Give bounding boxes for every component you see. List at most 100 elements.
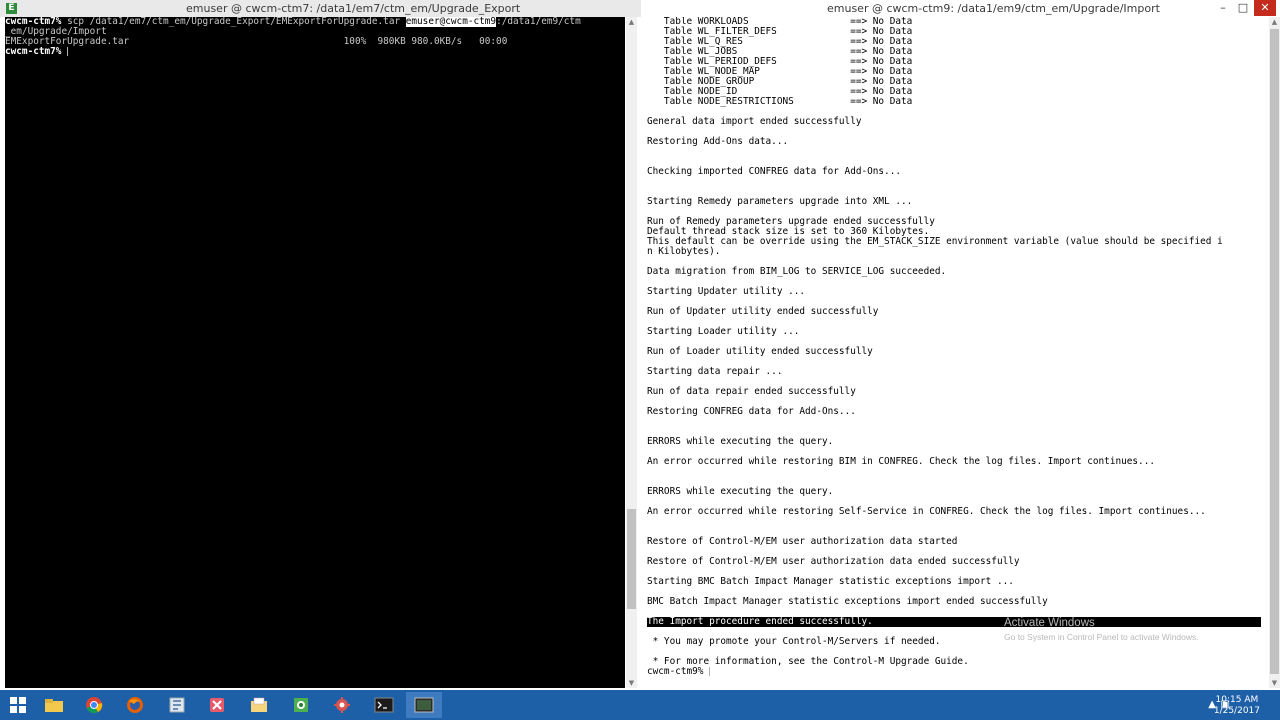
gear-icon <box>334 697 350 713</box>
right-window-titlebar[interactable]: emuser @ cwcm-ctm9: /data1/em9/ctm_em/Up… <box>641 0 1280 17</box>
terminal-text: cwcm-ctm9% <box>647 666 710 677</box>
terminal-text: Starting Updater utility ... <box>647 286 806 297</box>
chrome-button[interactable] <box>76 692 112 718</box>
terminal-text: General data import ended successfully <box>647 116 862 127</box>
tools-icon <box>210 698 224 712</box>
terminal-emulator-button[interactable] <box>406 692 442 718</box>
folder-icon <box>45 699 63 712</box>
shell-folder-button[interactable] <box>241 692 277 718</box>
activate-windows-watermark: Activate Windows Go to System in Control… <box>1004 617 1199 642</box>
scroll-up-arrow-icon[interactable]: ▲ <box>626 17 637 27</box>
terminal-text: Table NODE_RESTRICTIONS ==> No Data <box>647 96 913 107</box>
terminal-line: Table NODE_RESTRICTIONS ==> No Data <box>647 97 1269 107</box>
start-button[interactable] <box>0 692 36 718</box>
terminal-text: Starting Loader utility ... <box>647 326 800 337</box>
file-explorer-button[interactable] <box>36 692 72 718</box>
terminal-text: BMC Batch Impact Manager statistic excep… <box>647 596 1048 607</box>
terminal-text: Restore of Control-M/EM user authorizati… <box>647 556 1020 567</box>
terminal-line: Restore of Control-M/EM user authorizati… <box>647 557 1269 567</box>
terminal-text: Run of Updater utility ended successfull… <box>647 306 879 317</box>
terminal-line: Starting Updater utility ... <box>647 287 1269 297</box>
right-terminal-output[interactable]: Table WORKLOADS ==> No Data Table WL_FIL… <box>647 17 1269 688</box>
left-window-titlebar[interactable]: E emuser @ cwcm-ctm7: /data1/em7/ctm_em/… <box>0 0 641 17</box>
terminal-line: * For more information, see the Control-… <box>647 657 1269 667</box>
right-terminal-window[interactable]: emuser @ cwcm-ctm9: /data1/em9/ctm_em/Up… <box>641 0 1280 690</box>
terminal-text: EMExportForUpgrade.tar 100% 980KB 980.0K… <box>5 36 508 47</box>
terminal-line: Starting BMC Batch Impact Manager statis… <box>647 577 1269 587</box>
left-terminal-window[interactable]: E emuser @ cwcm-ctm7: /data1/em7/ctm_em/… <box>0 0 641 690</box>
tray-clock[interactable]: 10:15 AM 1/25/2017 <box>1214 695 1260 725</box>
terminal-line: cwcm-ctm7% <box>5 47 625 57</box>
text-cursor <box>67 47 69 56</box>
terminal-line: This default can be override using the E… <box>647 237 1269 247</box>
network-icon <box>294 698 308 712</box>
shell-prompt: cwcm-ctm7% <box>5 46 68 57</box>
terminal-text: Restoring CONFREG data for Add-Ons... <box>647 406 856 417</box>
terminal-app-icon[interactable]: E <box>6 3 17 14</box>
terminal-line: General data import ended successfully <box>647 117 1269 127</box>
terminal-icon <box>374 697 394 713</box>
terminal-line: n Kilobytes). <box>647 247 1269 257</box>
left-scrollbar[interactable]: ▲ ▼ <box>626 17 637 688</box>
blueprint-icon <box>169 697 185 713</box>
powershell-button[interactable] <box>366 692 402 718</box>
terminal-line: Data migration from BIM_LOG to SERVICE_L… <box>647 267 1269 277</box>
tray-time: 10:15 AM <box>1215 695 1259 705</box>
terminal-text: Checking imported CONFREG data for Add-O… <box>647 166 901 177</box>
taskbar: ▲ ▣ 10:15 AM 1/25/2017 <box>0 690 1280 720</box>
close-button[interactable]: ✕ <box>1254 0 1276 16</box>
maximize-button[interactable]: □ <box>1234 0 1252 16</box>
scroll-thumb[interactable] <box>1270 29 1279 674</box>
terminal-text: An error occurred while restoring Self-S… <box>647 506 1206 517</box>
left-terminal-output[interactable]: cwcm-ctm7% scp /data1/em7/ctm_em/Upgrade… <box>5 17 625 688</box>
terminal-line: Restoring CONFREG data for Add-Ons... <box>647 407 1269 417</box>
terminal-text: * You may promote your Control-M/Servers… <box>647 636 941 647</box>
scroll-down-arrow-icon[interactable]: ▼ <box>1269 678 1280 688</box>
firefox-button[interactable] <box>117 692 153 718</box>
text-cursor <box>709 667 711 676</box>
blueprint-app-button[interactable] <box>159 692 195 718</box>
terminal-text: ERRORS while executing the query. <box>647 486 834 497</box>
firefox-icon <box>127 697 143 713</box>
terminal-line: An error occurred while restoring BIM in… <box>647 457 1269 467</box>
scroll-down-arrow-icon[interactable]: ▼ <box>626 678 637 688</box>
watermark-subtitle: Go to System in Control Panel to activat… <box>1004 632 1199 642</box>
terminal-text: Starting Remedy parameters upgrade into … <box>647 196 913 207</box>
terminal-text: emuser@cwcm-ctm9 <box>405 17 497 27</box>
scroll-up-arrow-icon[interactable]: ▲ <box>1269 17 1280 27</box>
terminal-line: ERRORS while executing the query. <box>647 487 1269 497</box>
terminal-text: n Kilobytes). <box>647 246 721 257</box>
minimize-button[interactable]: – <box>1214 0 1232 16</box>
terminal-text: ERRORS while executing the query. <box>647 436 834 447</box>
terminal-text: An error occurred while restoring BIM in… <box>647 456 1155 467</box>
tools-app-button[interactable] <box>199 692 235 718</box>
terminal-line: ERRORS while executing the query. <box>647 437 1269 447</box>
terminal-line: Checking imported CONFREG data for Add-O… <box>647 167 1269 177</box>
scroll-thumb[interactable] <box>627 509 636 609</box>
terminal-text: :/data1/em9/ctm <box>496 17 581 27</box>
watermark-title: Activate Windows <box>1004 617 1095 629</box>
terminal-line: Starting Loader utility ... <box>647 327 1269 337</box>
terminal-emulator-icon <box>414 697 434 713</box>
terminal-line: Restore of Control-M/EM user authorizati… <box>647 537 1269 547</box>
left-window-title: emuser @ cwcm-ctm7: /data1/em7/ctm_em/Up… <box>186 2 521 15</box>
chrome-icon <box>86 697 103 714</box>
terminal-text: Data migration from BIM_LOG to SERVICE_L… <box>647 266 947 277</box>
terminal-line: Run of Loader utility ended successfully <box>647 347 1269 357</box>
terminal-text: Run of Loader utility ended successfully <box>647 346 873 357</box>
terminal-text: Starting BMC Batch Impact Manager statis… <box>647 576 1014 587</box>
terminal-text: Restore of Control-M/EM user authorizati… <box>647 536 958 547</box>
right-scrollbar[interactable]: ▲ ▼ <box>1269 17 1280 688</box>
network-app-button[interactable] <box>283 692 319 718</box>
gear-app-button[interactable] <box>324 692 360 718</box>
terminal-line: Restoring Add-Ons data... <box>647 137 1269 147</box>
terminal-line: Run of data repair ended successfully <box>647 387 1269 397</box>
terminal-line: Starting Remedy parameters upgrade into … <box>647 197 1269 207</box>
folder-shell-icon <box>251 697 267 712</box>
terminal-text: Restoring Add-Ons data... <box>647 136 789 147</box>
